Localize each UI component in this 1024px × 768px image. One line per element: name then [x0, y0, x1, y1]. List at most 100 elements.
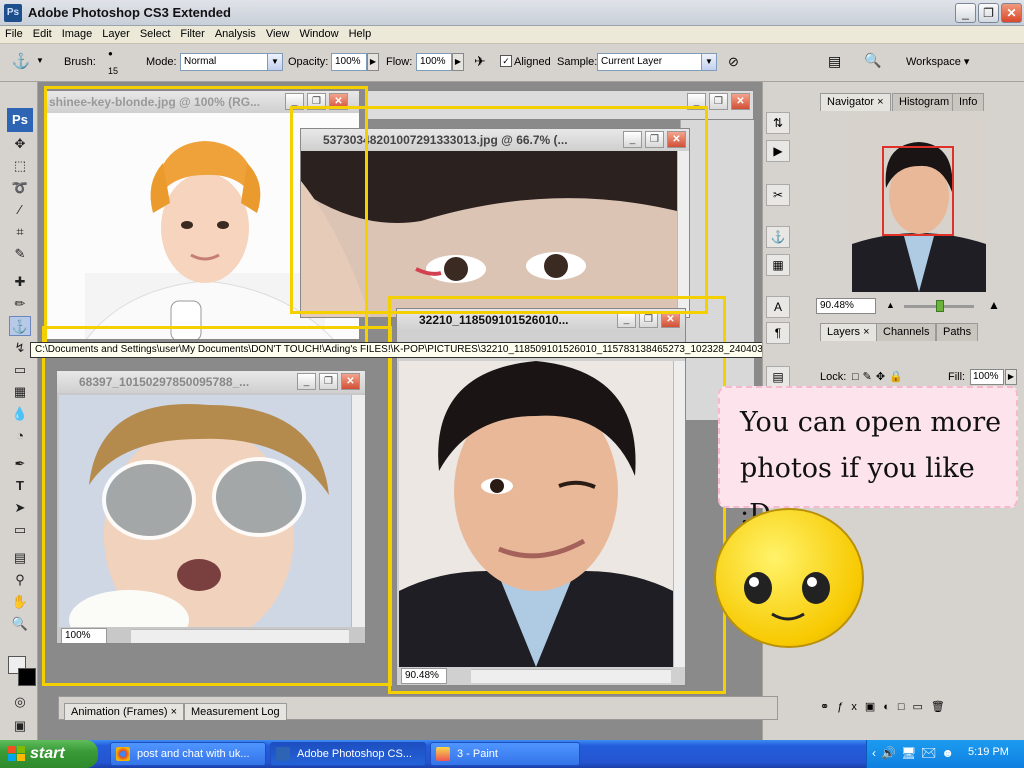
doc-minimize-button[interactable]: _: [285, 93, 304, 110]
menu-select[interactable]: Select: [135, 26, 176, 40]
sample-select[interactable]: Current Layer ▼: [597, 53, 717, 71]
document-window-sunglasses[interactable]: Ps 68397_10150297850095788_... _ ❐ ✕ 100…: [56, 370, 366, 644]
close-button[interactable]: ✕: [1001, 3, 1022, 23]
lock-icons[interactable]: □✎✥🔒: [852, 370, 907, 383]
doc-close-button[interactable]: ✕: [667, 131, 686, 148]
workspace-menu[interactable]: Workspace ▾: [906, 55, 969, 68]
vertical-scrollbar[interactable]: [351, 395, 365, 627]
document-zoom-field[interactable]: 90.48%: [401, 668, 447, 684]
background-color-swatch[interactable]: [18, 668, 36, 686]
history-brush-tool-icon[interactable]: ↯: [9, 338, 31, 358]
eraser-tool-icon[interactable]: ▭: [9, 360, 31, 380]
clone-stamp-icon[interactable]: ⚓: [10, 52, 32, 74]
airbrush-icon[interactable]: ✈: [474, 53, 486, 70]
flow-arrow-icon[interactable]: ▶: [452, 53, 464, 71]
tab-navigator[interactable]: Navigator ×: [820, 93, 891, 111]
tool-preset-chevron-icon[interactable]: ▼: [36, 56, 44, 65]
screen-mode-icon[interactable]: ▣: [9, 716, 31, 736]
tab-animation-frames[interactable]: Animation (Frames) ×: [64, 703, 185, 720]
doc-close-button[interactable]: ✕: [329, 93, 348, 110]
mode-select[interactable]: Normal ▼: [180, 53, 283, 71]
document-canvas[interactable]: [59, 395, 351, 627]
doc-restore-button[interactable]: ❐: [709, 93, 728, 110]
zoom-tool-icon[interactable]: 🔍: [9, 614, 31, 634]
navigator-view-box[interactable]: [882, 146, 954, 236]
magic-wand-tool-icon[interactable]: ⁄: [9, 200, 31, 220]
tab-info[interactable]: Info: [952, 93, 985, 111]
lasso-tool-icon[interactable]: ➰: [9, 178, 31, 198]
dodge-tool-icon[interactable]: ◔: [9, 426, 31, 446]
brush-dot-icon[interactable]: ●: [108, 49, 113, 58]
healing-brush-tool-icon[interactable]: ✚: [9, 272, 31, 292]
document-window-eye-closeup[interactable]: Ps 537303482010072913​33013.jpg @ 66.7% …: [300, 128, 690, 318]
background-document-window[interactable]: _ ❐ ✕: [366, 90, 754, 120]
notes-tool-icon[interactable]: ▤: [9, 548, 31, 568]
character-icon[interactable]: A: [766, 296, 790, 318]
flow-field[interactable]: 100%: [416, 53, 452, 71]
fill-arrow-icon[interactable]: ▶: [1005, 369, 1017, 385]
document-canvas[interactable]: [301, 151, 677, 317]
doc-restore-button[interactable]: ❐: [645, 131, 664, 148]
taskbar-item-chrome[interactable]: post and chat with uk...: [110, 742, 266, 766]
menu-filter[interactable]: Filter: [175, 26, 209, 40]
restore-button[interactable]: ❐: [978, 3, 999, 23]
document-canvas[interactable]: [399, 361, 673, 667]
path-selection-tool-icon[interactable]: ➤: [9, 498, 31, 518]
opacity-arrow-icon[interactable]: ▶: [367, 53, 379, 71]
doc-minimize-button[interactable]: _: [687, 93, 706, 110]
clone-stamp-tool-icon[interactable]: ⚓: [9, 316, 31, 336]
layers-footer-icons[interactable]: ⚭ƒx▣◐□▭🗑: [820, 700, 1020, 714]
doc-restore-button[interactable]: ❐: [319, 373, 338, 390]
quick-mask-icon[interactable]: ◎: [9, 692, 31, 712]
opacity-field[interactable]: 100%: [331, 53, 367, 71]
clone-source-icon[interactable]: ⚓: [766, 226, 790, 248]
menu-window[interactable]: Window: [294, 26, 343, 40]
vertical-scrollbar[interactable]: [673, 361, 685, 667]
tab-paths[interactable]: Paths: [936, 323, 979, 341]
menu-edit[interactable]: Edit: [28, 26, 57, 40]
menu-image[interactable]: Image: [57, 26, 98, 40]
doc-minimize-button[interactable]: _: [617, 311, 636, 328]
actions-play-icon[interactable]: ▶: [766, 140, 790, 162]
notes-panel-icon[interactable]: ▤: [766, 366, 790, 388]
blur-tool-icon[interactable]: 💧: [9, 404, 31, 424]
taskbar-item-paint[interactable]: 3 - Paint: [430, 742, 580, 766]
shape-tool-icon[interactable]: ▭: [9, 520, 31, 540]
menu-analysis[interactable]: Analysis: [210, 26, 261, 40]
type-tool-icon[interactable]: T: [9, 476, 31, 496]
doc-close-button[interactable]: ✕: [341, 373, 360, 390]
menu-view[interactable]: View: [261, 26, 295, 40]
doc-close-button[interactable]: ✕: [731, 93, 750, 110]
doc-close-button[interactable]: ✕: [661, 311, 680, 328]
tab-layers[interactable]: Layers ×: [820, 323, 877, 341]
menu-layer[interactable]: Layer: [97, 26, 135, 40]
palette-well-icon[interactable]: ▤: [828, 53, 841, 70]
navigator-zoom-knob[interactable]: [936, 300, 944, 312]
vertical-scrollbar[interactable]: [677, 151, 689, 317]
gradient-tool-icon[interactable]: ▦: [9, 382, 31, 402]
doc-minimize-button[interactable]: _: [297, 373, 316, 390]
taskbar-item-photoshop[interactable]: Adobe Photoshop CS...: [270, 742, 426, 766]
menu-help[interactable]: Help: [344, 26, 377, 40]
navigator-zoom-field[interactable]: 90.48%: [816, 298, 876, 314]
tool-presets-icon[interactable]: ⇅: [766, 112, 790, 134]
brush-tool-icon[interactable]: ✏: [9, 294, 31, 314]
minimize-button[interactable]: _: [955, 3, 976, 23]
horizontal-scrollbar[interactable]: [471, 669, 671, 683]
brushes-icon[interactable]: ✂: [766, 184, 790, 206]
document-window-active-portrait[interactable]: Ps 32210_118509101526010... _ ❐ ✕ 90.48%: [396, 308, 686, 686]
tab-histogram[interactable]: Histogram: [892, 93, 957, 111]
doc-restore-button[interactable]: ❐: [307, 93, 326, 110]
zoom-in-icon[interactable]: ▲: [988, 298, 1000, 312]
pen-tool-icon[interactable]: ✒: [9, 454, 31, 474]
marquee-tool-icon[interactable]: ⬚: [9, 156, 31, 176]
move-tool-icon[interactable]: ✥: [9, 134, 31, 154]
doc-minimize-button[interactable]: _: [623, 131, 642, 148]
zoom-out-icon[interactable]: ▲: [886, 300, 895, 310]
hand-tool-icon[interactable]: ✋: [9, 592, 31, 612]
menu-file[interactable]: File: [0, 26, 28, 40]
styles-icon[interactable]: ▦: [766, 254, 790, 276]
document-zoom-field[interactable]: 100%: [61, 628, 107, 643]
aligned-checkbox[interactable]: ✓: [500, 55, 512, 67]
tray-icons[interactable]: ‹🔊🖥✉☻: [872, 746, 959, 760]
